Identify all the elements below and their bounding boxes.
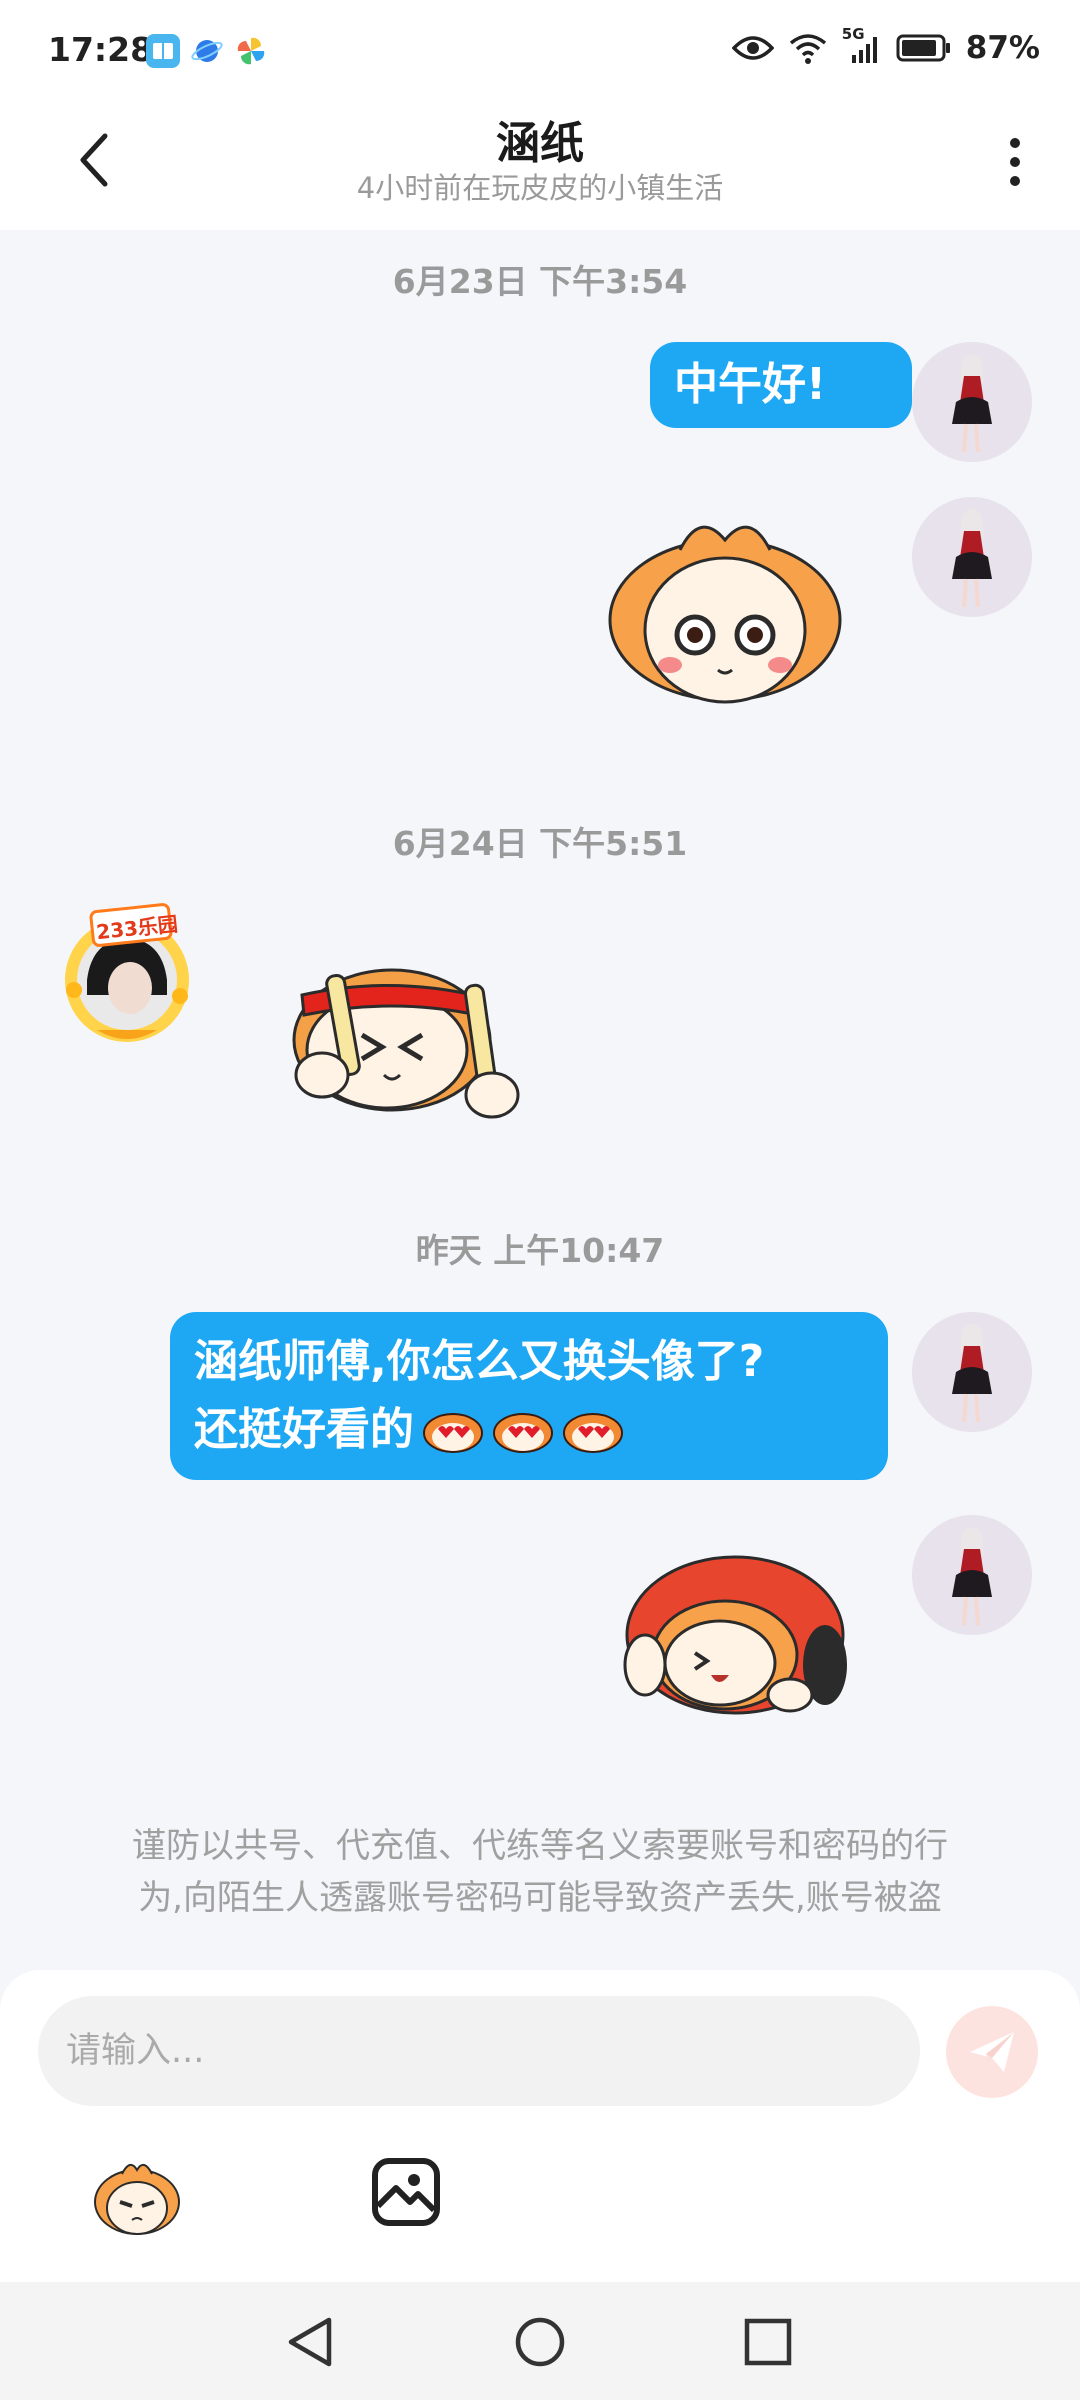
security-notice: 谨防以共号、代充值、代练等名义索要账号和密码的行 为,向陌生人透露账号密码可能导… bbox=[60, 1820, 1020, 1924]
heart-eyes-emoji-icon bbox=[493, 1413, 553, 1453]
nav-home-button[interactable] bbox=[510, 2312, 570, 2372]
nav-recents-button[interactable] bbox=[738, 2312, 798, 2372]
eye-icon bbox=[731, 36, 774, 60]
image-icon bbox=[372, 2158, 440, 2226]
message-timestamp: 6月23日 下午3:54 bbox=[392, 262, 688, 301]
avatar-girl-figure-icon bbox=[952, 509, 992, 608]
battery-icon bbox=[896, 34, 950, 62]
chat-header: 涵纸 4小时前在玩皮皮的小镇生活 bbox=[0, 105, 1080, 230]
heart-eyes-emoji-icon bbox=[563, 1413, 623, 1453]
message-timestamp: 昨天 上午10:47 bbox=[415, 1231, 665, 1270]
avatar-girl-figure-icon bbox=[952, 1324, 992, 1423]
message-text: 中午好! bbox=[674, 359, 827, 410]
message-input[interactable] bbox=[38, 1996, 914, 2106]
battery-percent: 87% bbox=[965, 30, 1040, 66]
heart-eyes-emoji-icon bbox=[423, 1413, 483, 1453]
notice-line: 为,向陌生人透露账号密码可能导致资产丢失,账号被盗 bbox=[138, 1878, 942, 1918]
more-options-button[interactable] bbox=[990, 127, 1040, 197]
square-recents-icon bbox=[744, 2318, 792, 2366]
message-line: 涵纸师傅,你怎么又换头像了? bbox=[194, 1336, 765, 1387]
circle-home-icon bbox=[515, 2317, 565, 2367]
nav-back-button[interactable] bbox=[280, 2312, 340, 2372]
send-paper-plane-icon bbox=[970, 2032, 1014, 2072]
chat-subtitle: 4小时前在玩皮皮的小镇生活 bbox=[356, 171, 724, 205]
more-dot bbox=[1010, 157, 1020, 167]
orange-face-sticker[interactable] bbox=[600, 510, 850, 710]
status-app-icons bbox=[146, 34, 268, 68]
message-line: 还挺好看的 bbox=[194, 1404, 414, 1455]
message-line-with-emoji: 还挺好看的 bbox=[194, 1396, 888, 1464]
more-dot bbox=[1010, 176, 1020, 186]
app-planet-icon bbox=[190, 34, 224, 68]
system-nav-bar bbox=[0, 2282, 1080, 2400]
app-pinwheel-icon bbox=[234, 34, 268, 68]
status-time: 17:28 bbox=[48, 30, 154, 69]
my-avatar[interactable] bbox=[912, 1312, 1032, 1432]
hug-sticker[interactable] bbox=[615, 1545, 855, 1725]
my-avatar[interactable] bbox=[912, 497, 1032, 617]
message-bubble-sent[interactable]: 中午好! bbox=[650, 342, 912, 428]
triangle-back-icon bbox=[288, 2317, 332, 2367]
more-dots-icon bbox=[1010, 138, 1020, 148]
my-avatar[interactable] bbox=[912, 1515, 1032, 1635]
emoji-row bbox=[422, 1407, 624, 1453]
message-timestamp: 6月24日 下午5:51 bbox=[392, 824, 688, 863]
message-input-container[interactable] bbox=[38, 1996, 920, 2106]
status-bar: 17:28 5G 87% bbox=[0, 0, 1080, 105]
send-button[interactable] bbox=[946, 2006, 1038, 2098]
avatar-girl-figure-icon bbox=[952, 1527, 992, 1626]
my-avatar[interactable] bbox=[912, 342, 1032, 462]
signal-icon: 5G bbox=[842, 25, 882, 65]
emoji-sticker-button[interactable] bbox=[92, 2158, 182, 2238]
status-right-icons: 5G 87% bbox=[731, 25, 1040, 66]
app-book-icon bbox=[146, 34, 180, 68]
cheering-sticks-sticker[interactable] bbox=[272, 935, 532, 1125]
chat-title: 涵纸 bbox=[496, 118, 584, 169]
friend-avatar[interactable]: 233乐园 bbox=[52, 900, 202, 1050]
notice-line: 谨防以共号、代充值、代练等名义索要账号和密码的行 bbox=[132, 1826, 948, 1866]
avatar-girl-figure-icon bbox=[952, 354, 992, 453]
wifi-icon bbox=[789, 34, 826, 64]
mascot-face-icon bbox=[94, 2163, 180, 2235]
input-panel bbox=[0, 1970, 1080, 2282]
message-bubble-sent[interactable]: 涵纸师傅,你怎么又换头像了? 还挺好看的 bbox=[170, 1312, 888, 1480]
image-picker-button[interactable] bbox=[370, 2156, 442, 2228]
